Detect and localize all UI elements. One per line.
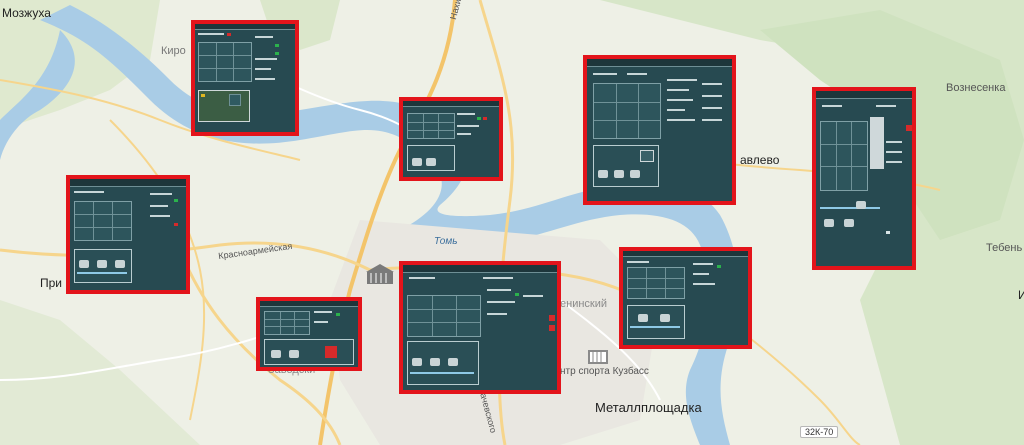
scada-panel-2[interactable] bbox=[399, 97, 503, 181]
label-voznesenka: Вознесенка bbox=[946, 82, 1006, 94]
panel-header bbox=[816, 91, 912, 99]
scada-panel-4[interactable] bbox=[812, 87, 916, 270]
process-scheme bbox=[407, 145, 455, 171]
panel-header bbox=[587, 59, 732, 67]
label-mozhukha: Мозжуха bbox=[2, 6, 51, 20]
scada-panel-7[interactable] bbox=[399, 261, 561, 394]
panel-header bbox=[70, 179, 186, 187]
label-sport-center: нтр спорта Кузбасс bbox=[560, 366, 649, 377]
trend-chart bbox=[820, 121, 868, 191]
process-scheme bbox=[627, 305, 685, 339]
process-scheme bbox=[593, 145, 659, 187]
scada-panel-5[interactable] bbox=[66, 175, 190, 294]
scada-panel-8[interactable] bbox=[619, 247, 752, 349]
panel-header bbox=[403, 265, 557, 273]
road-number-badge: 32К-70 bbox=[800, 426, 839, 438]
process-scheme bbox=[264, 339, 354, 365]
panel-header bbox=[260, 301, 358, 307]
trend-chart bbox=[407, 295, 481, 337]
scada-panel-3[interactable] bbox=[583, 55, 736, 205]
process-scheme bbox=[74, 249, 132, 283]
label-kiro: Киро bbox=[161, 45, 186, 57]
label-i: И bbox=[1018, 288, 1024, 302]
panel-header bbox=[623, 251, 748, 257]
trend-chart bbox=[593, 83, 661, 139]
label-tom: Томь bbox=[434, 236, 458, 247]
trend-chart bbox=[264, 311, 310, 335]
trend-chart bbox=[198, 42, 252, 82]
trend-chart bbox=[627, 267, 685, 299]
trend-chart bbox=[74, 201, 132, 241]
label-teben: Тебень bbox=[986, 242, 1023, 254]
label-avlevo: авлево bbox=[740, 153, 780, 167]
scada-panel-1[interactable] bbox=[191, 20, 299, 136]
panel-header bbox=[195, 24, 295, 30]
panel-header bbox=[403, 101, 499, 107]
stadium-icon bbox=[588, 350, 608, 364]
scada-panel-6[interactable] bbox=[256, 297, 362, 371]
trend-chart bbox=[407, 113, 455, 139]
label-metallploshchadka: Металлплощадка bbox=[595, 400, 702, 415]
label-pri: При bbox=[40, 276, 63, 290]
label-leninsky: енинский bbox=[560, 298, 608, 310]
process-scheme bbox=[407, 341, 479, 385]
